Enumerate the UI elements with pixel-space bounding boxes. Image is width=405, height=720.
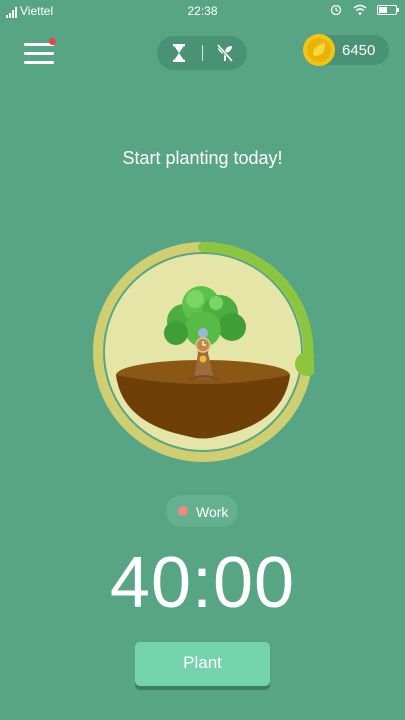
menu-button[interactable] — [24, 38, 56, 66]
coin-icon — [303, 34, 335, 66]
deep-focus-button[interactable] — [214, 43, 236, 63]
timer-display[interactable]: 40:00 — [0, 540, 405, 626]
timer-mode-button[interactable] — [168, 43, 190, 63]
status-right — [329, 4, 399, 16]
tag-label: Work — [196, 504, 229, 520]
battery-icon — [377, 5, 399, 15]
tree-progress-ring[interactable] — [92, 241, 314, 463]
hourglass-icon — [173, 44, 185, 62]
headline: Start planting today! — [122, 148, 283, 168]
toggle-divider — [202, 45, 203, 61]
notification-dot — [49, 38, 56, 45]
wifi-icon — [353, 4, 367, 16]
lantern-icon — [199, 355, 207, 363]
status-bar: Viettel 22:38 — [0, 0, 405, 22]
tag-selector[interactable]: Work — [166, 495, 238, 527]
mode-toggle — [157, 36, 247, 70]
plant-button-label: Plant — [183, 653, 222, 672]
tag-color-dot — [178, 506, 188, 516]
plant-button[interactable]: Plant — [135, 642, 270, 686]
ground-front — [116, 375, 290, 439]
alarm-icon — [330, 4, 342, 16]
coin-count: 6450 — [342, 42, 376, 59]
no-plant-icon — [216, 44, 234, 62]
bird-icon — [198, 328, 208, 338]
